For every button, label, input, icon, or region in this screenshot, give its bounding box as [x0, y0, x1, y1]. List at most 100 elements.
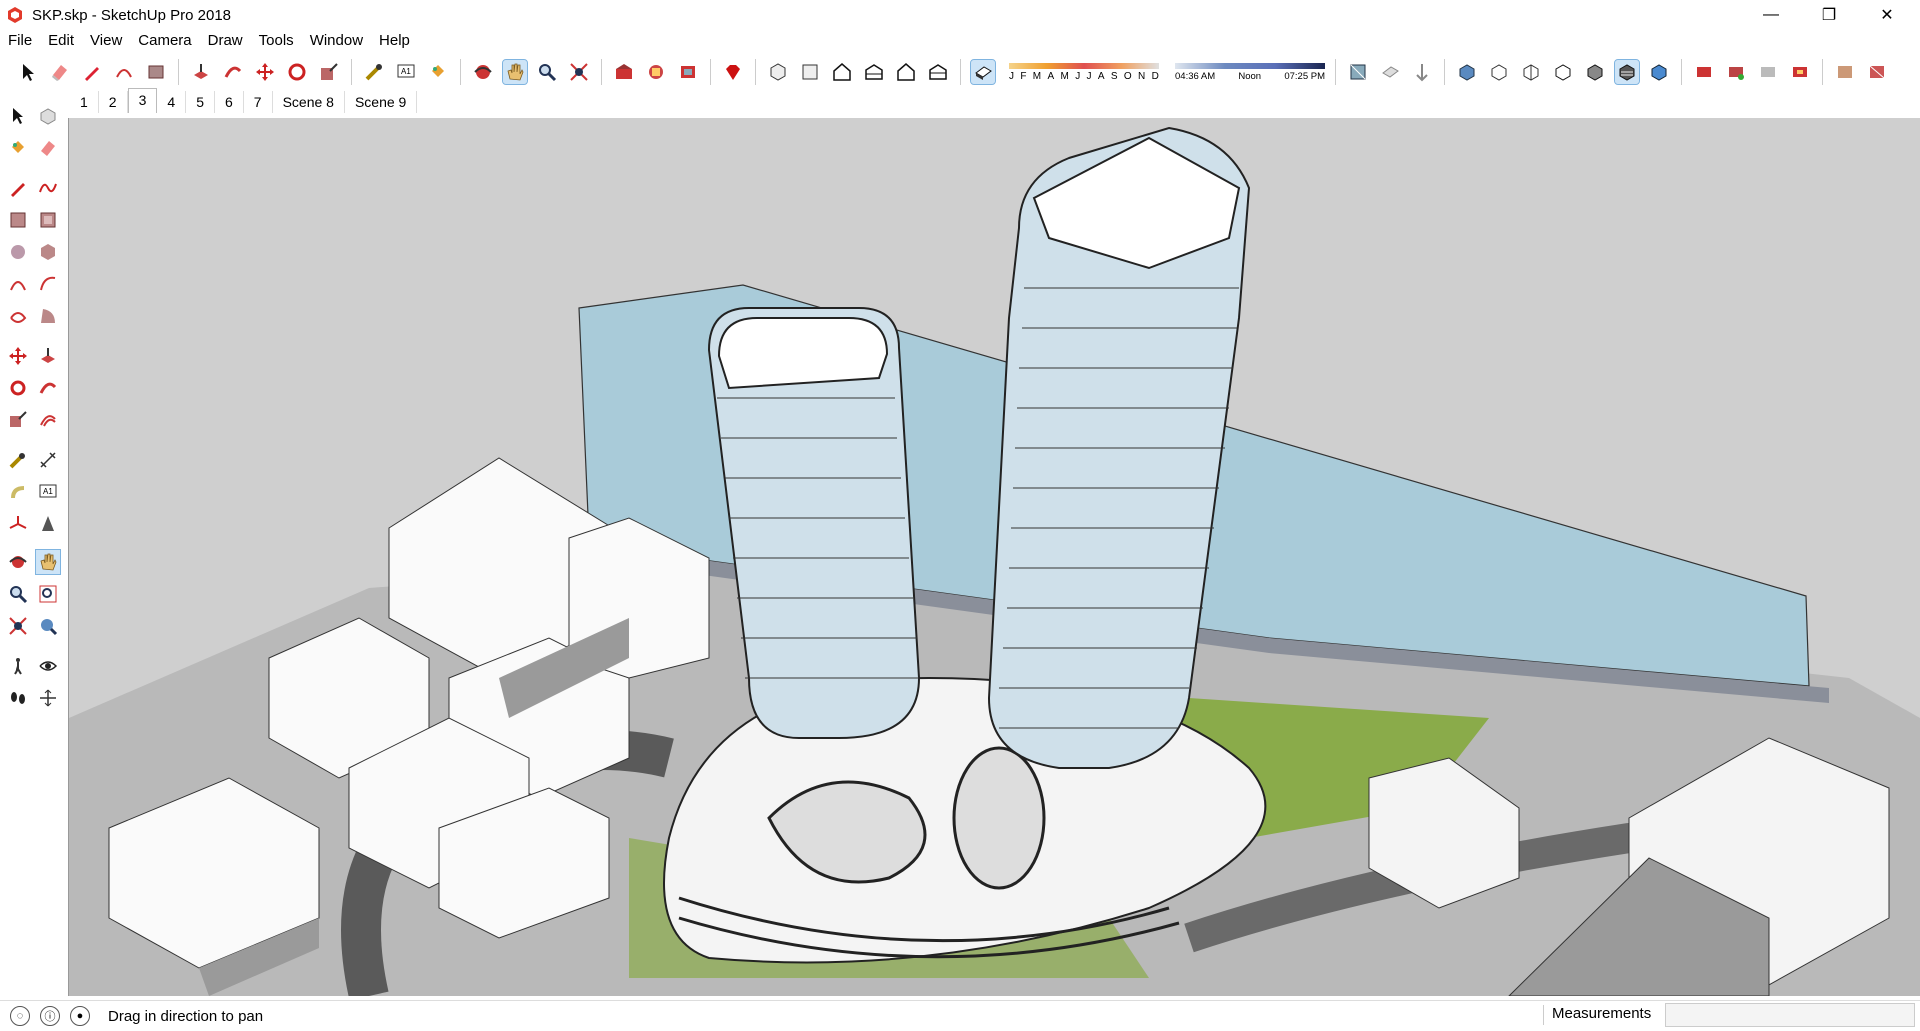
scene-tab-7[interactable]: 7: [244, 91, 273, 113]
zoom-extents-button[interactable]: [567, 60, 591, 84]
walk-tool[interactable]: [6, 686, 30, 710]
scene-tab-2[interactable]: 2: [99, 91, 128, 113]
restore-button[interactable]: ❐: [1800, 0, 1858, 30]
eraser-tool-button[interactable]: [48, 60, 72, 84]
previous-view-tool[interactable]: [36, 614, 60, 638]
month-slider-track[interactable]: [1009, 62, 1159, 69]
extension-warehouse-button[interactable]: [676, 60, 700, 84]
follow-me-tool[interactable]: [36, 376, 60, 400]
move-tool[interactable]: [6, 344, 30, 368]
3d-text-tool[interactable]: [36, 512, 60, 536]
move-tool-button[interactable]: [253, 60, 277, 84]
pan-button[interactable]: [502, 59, 528, 85]
scene-tab-3[interactable]: 3: [127, 88, 158, 113]
menu-edit[interactable]: Edit: [40, 30, 82, 52]
polygon-tool[interactable]: [36, 240, 60, 264]
shape-tool-button[interactable]: [144, 60, 168, 84]
menu-file[interactable]: File: [0, 30, 40, 52]
plugin-5-button[interactable]: [1833, 60, 1857, 84]
line-tool[interactable]: [6, 176, 30, 200]
user-account-icon[interactable]: ●: [70, 1006, 90, 1026]
two-point-arc-tool[interactable]: [36, 272, 60, 296]
month-slider[interactable]: J F M A M J J A S O N D: [1009, 62, 1159, 82]
select-tool-button[interactable]: [16, 60, 40, 84]
plugin-2-button[interactable]: [1724, 60, 1748, 84]
zoom-extents-tool[interactable]: [6, 614, 30, 638]
scene-tab-1[interactable]: 1: [70, 91, 99, 113]
arc-tool-button[interactable]: [112, 60, 136, 84]
view-right-button[interactable]: [862, 60, 886, 84]
rotate-tool-button[interactable]: [285, 60, 309, 84]
style-backedges-button[interactable]: [1487, 60, 1511, 84]
three-point-arc-tool[interactable]: [6, 304, 30, 328]
push-pull-tool[interactable]: [36, 344, 60, 368]
back-edges-button[interactable]: [1378, 60, 1402, 84]
plugin-6-button[interactable]: [1865, 60, 1889, 84]
line-tool-button[interactable]: [80, 60, 104, 84]
dimension-tool[interactable]: [36, 448, 60, 472]
section-plane-tool[interactable]: [36, 686, 60, 710]
scene-tab-5[interactable]: 5: [186, 91, 215, 113]
rotated-rectangle-tool[interactable]: [36, 208, 60, 232]
zoom-window-tool[interactable]: [36, 582, 60, 606]
circle-tool[interactable]: [6, 240, 30, 264]
protractor-tool[interactable]: [6, 480, 30, 504]
scale-tool[interactable]: [6, 408, 30, 432]
menu-help[interactable]: Help: [371, 30, 418, 52]
style-shaded-textures-button[interactable]: [1614, 59, 1640, 85]
geolocation-icon[interactable]: ◌: [10, 1006, 30, 1026]
view-top-button[interactable]: [798, 60, 822, 84]
time-slider-track[interactable]: [1175, 62, 1325, 69]
eraser-tool[interactable]: [36, 136, 60, 160]
scene-tab-6[interactable]: 6: [215, 91, 244, 113]
scene-tab-9[interactable]: Scene 9: [345, 91, 418, 113]
scene-tab-8[interactable]: Scene 8: [273, 91, 345, 113]
menu-camera[interactable]: Camera: [130, 30, 199, 52]
warehouse-button[interactable]: [612, 60, 636, 84]
view-left-button[interactable]: [926, 60, 950, 84]
push-pull-button[interactable]: [189, 60, 213, 84]
ruby-console-button[interactable]: [721, 60, 745, 84]
follow-me-button[interactable]: [221, 60, 245, 84]
style-monochrome-button[interactable]: [1647, 60, 1671, 84]
text-tool-button[interactable]: A1: [394, 60, 418, 84]
time-slider[interactable]: 04:36 AM Noon 07:25 PM: [1175, 62, 1325, 82]
position-camera-tool[interactable]: [6, 654, 30, 678]
select-tool[interactable]: [6, 104, 30, 128]
share-model-button[interactable]: [644, 60, 668, 84]
make-component-tool[interactable]: [36, 104, 60, 128]
plugin-3-button[interactable]: [1756, 60, 1780, 84]
arc-tool[interactable]: [6, 272, 30, 296]
tape-measure-button[interactable]: [362, 60, 386, 84]
scale-tool-button[interactable]: [317, 60, 341, 84]
shadows-toggle-button[interactable]: [970, 59, 996, 85]
freehand-tool[interactable]: [36, 176, 60, 200]
rectangle-tool[interactable]: [6, 208, 30, 232]
menu-tools[interactable]: Tools: [251, 30, 302, 52]
tape-measure-tool[interactable]: [6, 448, 30, 472]
section-plane-button[interactable]: [1410, 60, 1434, 84]
paint-bucket-tool[interactable]: [6, 136, 30, 160]
style-hidden-line-button[interactable]: [1551, 60, 1575, 84]
measurements-input[interactable]: [1665, 1003, 1915, 1027]
text-tool[interactable]: A1: [36, 480, 60, 504]
scene-tab-4[interactable]: 4: [157, 91, 187, 113]
paint-bucket-button[interactable]: [426, 60, 450, 84]
pie-tool[interactable]: [36, 304, 60, 328]
menu-view[interactable]: View: [82, 30, 130, 52]
rotate-tool[interactable]: [6, 376, 30, 400]
look-around-tool[interactable]: [36, 654, 60, 678]
minimize-button[interactable]: —: [1742, 0, 1800, 30]
credits-icon[interactable]: ⓘ: [40, 1006, 60, 1026]
plugin-1-button[interactable]: [1692, 60, 1716, 84]
zoom-button[interactable]: [535, 60, 559, 84]
axes-tool[interactable]: [6, 512, 30, 536]
model-viewport[interactable]: [68, 118, 1920, 996]
menu-window[interactable]: Window: [302, 30, 371, 52]
view-back-button[interactable]: [894, 60, 918, 84]
zoom-tool[interactable]: [6, 582, 30, 606]
offset-tool[interactable]: [36, 408, 60, 432]
xray-button[interactable]: [1346, 60, 1370, 84]
view-iso-button[interactable]: [766, 60, 790, 84]
style-xray-button[interactable]: [1455, 60, 1479, 84]
